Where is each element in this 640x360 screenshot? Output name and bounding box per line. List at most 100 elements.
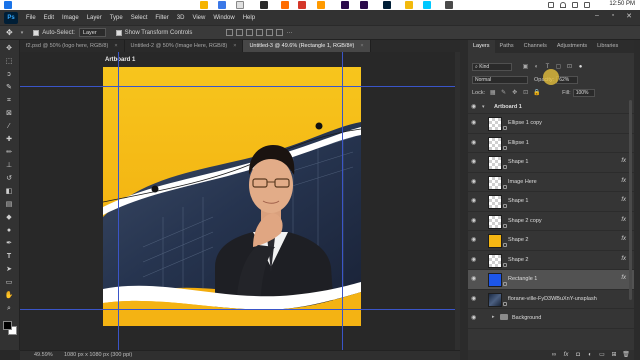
stamp-tool-icon[interactable]: ⊥	[3, 161, 15, 170]
visibility-eye-icon[interactable]: ◉	[471, 104, 478, 110]
pen-tool-icon[interactable]: ✒	[3, 239, 15, 248]
menu-select[interactable]: Select	[127, 15, 152, 21]
fx-icon[interactable]: fx	[621, 236, 626, 242]
opacity-input[interactable]: 62%	[556, 76, 579, 84]
fx-icon[interactable]: fx	[621, 178, 626, 184]
chevron-right-icon[interactable]: ▸	[492, 314, 495, 320]
doc-tab[interactable]: f2.psd @ 50% (logo here, RGB/8) ×	[20, 40, 125, 52]
menu-type[interactable]: Type	[106, 15, 127, 21]
windows-start-icon[interactable]	[4, 1, 12, 9]
tool-preset-chevron-icon[interactable]: ▾	[21, 30, 24, 36]
layer-mask-icon[interactable]: ◘	[574, 351, 582, 359]
hand-tool-icon[interactable]: ✋	[3, 291, 15, 300]
link-layers-icon[interactable]: ∞	[550, 351, 558, 359]
layer-row[interactable]: ◉Rectangle 1fx▾	[468, 270, 634, 290]
visibility-eye-icon[interactable]: ◉	[471, 198, 478, 204]
auto-select-target-select[interactable]: Layer	[78, 28, 106, 37]
fx-icon[interactable]: fx	[621, 197, 626, 203]
visibility-eye-icon[interactable]: ◉	[471, 237, 478, 243]
close-tab-icon[interactable]: ×	[233, 43, 236, 49]
gradient-tool-icon[interactable]: ▤	[3, 200, 15, 209]
layer-row[interactable]: ◉Shape 1fx▾	[468, 153, 634, 173]
volume-icon[interactable]	[572, 2, 578, 8]
taskbar-app-icon[interactable]	[218, 1, 226, 9]
menu-3d[interactable]: 3D	[173, 15, 189, 21]
align-middle-icon[interactable]	[266, 29, 274, 36]
eyedropper-tool-icon[interactable]: ⁄	[3, 122, 15, 131]
zoom-tool-icon[interactable]: ⌕	[3, 304, 15, 313]
artboard[interactable]	[103, 67, 361, 326]
layer-row[interactable]: ◉Image Herefx▾	[468, 173, 634, 192]
taskbar-app-icon[interactable]	[281, 1, 289, 9]
dodge-tool-icon[interactable]: ●	[3, 226, 15, 235]
align-bottom-icon[interactable]	[276, 29, 284, 36]
fx-icon[interactable]: fx	[621, 158, 626, 164]
tab-layers[interactable]: Layers	[468, 40, 495, 53]
visibility-eye-icon[interactable]: ◉	[471, 140, 478, 146]
visibility-eye-icon[interactable]: ◉	[471, 296, 478, 302]
fx-icon[interactable]: fx	[621, 217, 626, 223]
zoom-level[interactable]: 49.59%	[34, 351, 53, 360]
chevron-down-icon[interactable]: ▾	[482, 104, 485, 110]
adjustment-layer-icon[interactable]: ◐	[586, 351, 594, 359]
minimize-icon[interactable]: –	[590, 12, 604, 23]
layers-scrollbar[interactable]	[629, 100, 632, 300]
layer-thumbnail[interactable]	[488, 136, 502, 151]
shape-tool-icon[interactable]: ▭	[3, 278, 15, 287]
lock-artboard-icon[interactable]: ⊡	[522, 90, 529, 97]
healing-tool-icon[interactable]: ✚	[3, 135, 15, 144]
crop-tool-icon[interactable]: ⌗	[3, 96, 15, 105]
menu-edit[interactable]: Edit	[40, 15, 58, 21]
taskbar-app-icon[interactable]	[260, 1, 268, 9]
blur-tool-icon[interactable]: ◆	[3, 213, 15, 222]
eraser-tool-icon[interactable]: ◧	[3, 187, 15, 196]
doc-tab-active[interactable]: Untitled-3 @ 49.6% (Rectangle 1, RGB/8#)…	[243, 40, 371, 52]
fx-icon[interactable]: fx	[621, 256, 626, 262]
battery-icon[interactable]	[584, 2, 590, 8]
visibility-eye-icon[interactable]: ◉	[471, 120, 478, 126]
layer-row[interactable]: ◉ florane-ville-FyD3WBuXnY-unsplash	[468, 290, 634, 309]
menu-image[interactable]: Image	[58, 15, 83, 21]
marquee-tool-icon[interactable]: ⬚	[3, 57, 15, 66]
taskbar-app-icon[interactable]	[445, 1, 453, 9]
visibility-eye-icon[interactable]: ◉	[471, 218, 478, 224]
taskbar-app-icon[interactable]	[360, 1, 368, 9]
move-tool-icon[interactable]: ✥	[6, 28, 13, 37]
taskbar-app-icon[interactable]	[383, 1, 391, 9]
layer-style-icon[interactable]: fx	[562, 351, 570, 359]
layer-row[interactable]: ◉ Ellipse 1 copy	[468, 114, 634, 134]
layer-row[interactable]: ◉ Ellipse 1	[468, 134, 634, 153]
history-brush-tool-icon[interactable]: ↺	[3, 174, 15, 183]
layer-thumbnail[interactable]	[488, 273, 502, 287]
guide-vertical[interactable]	[342, 52, 343, 350]
shape-filter-icon[interactable]: ▢	[555, 64, 562, 71]
taskbar-app-icon[interactable]	[423, 1, 431, 9]
delete-layer-icon[interactable]: 🗑	[622, 351, 630, 359]
path-select-tool-icon[interactable]: ➤	[3, 265, 15, 274]
close-tab-icon[interactable]: ×	[114, 43, 117, 49]
fill-input[interactable]: 100%	[572, 89, 595, 97]
smart-object-filter-icon[interactable]: ⊡	[566, 64, 573, 71]
visibility-eye-icon[interactable]: ◉	[471, 179, 478, 185]
layer-row[interactable]: ◉ ▸ Background	[468, 309, 634, 329]
new-group-icon[interactable]: ▭	[598, 351, 606, 359]
layer-thumbnail[interactable]	[488, 234, 502, 248]
lock-all-icon[interactable]: 🔒	[533, 90, 540, 97]
more-options-icon[interactable]: ···	[286, 30, 292, 36]
layer-row[interactable]: ◉Shape 2fx▾	[468, 251, 634, 270]
align-center-icon[interactable]	[236, 29, 244, 36]
menu-view[interactable]: View	[188, 15, 209, 21]
close-tab-icon[interactable]: ×	[360, 43, 363, 49]
fx-icon[interactable]: fx	[621, 275, 626, 281]
maximize-icon[interactable]: ▫	[606, 12, 620, 23]
guide-horizontal[interactable]	[20, 86, 460, 87]
guide-horizontal[interactable]	[20, 309, 460, 310]
canvas-area[interactable]: Artboard 1	[20, 52, 460, 350]
tab-channels[interactable]: Channels	[519, 40, 552, 53]
layer-row[interactable]: ◉Shape 1fx▾	[468, 192, 634, 212]
taskbar-app-icon[interactable]	[405, 1, 413, 9]
taskbar-app-icon[interactable]	[200, 1, 208, 9]
auto-select-checkbox[interactable]	[33, 29, 40, 36]
menu-window[interactable]: Window	[209, 15, 238, 21]
menu-file[interactable]: File	[22, 15, 40, 21]
